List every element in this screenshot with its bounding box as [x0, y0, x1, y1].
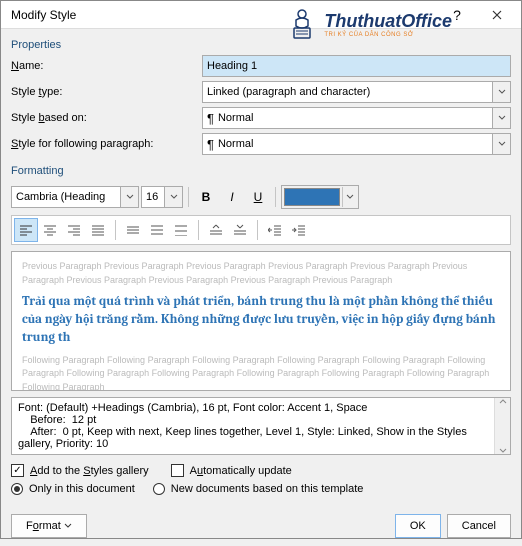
ghost-before: Previous Paragraph Previous Paragraph Pr…: [22, 260, 500, 287]
para-space-icon: [233, 224, 247, 236]
align-center-icon: [43, 224, 57, 236]
outdent-icon: [268, 224, 282, 236]
align-justify-icon: [91, 224, 105, 236]
align-justify-button[interactable]: [86, 218, 110, 242]
chevron-down-icon: [120, 187, 138, 207]
chevron-down-icon: [342, 187, 356, 207]
italic-button[interactable]: I: [220, 185, 244, 209]
add-gallery-label: Add to the Styles gallery: [30, 465, 149, 477]
font-size-combo[interactable]: 16: [141, 186, 183, 208]
modify-style-dialog: ThuthuatOffice TRI KỶ CỦA DÂN CÔNG SỞ Mo…: [0, 0, 522, 539]
font-family-combo[interactable]: Cambria (Heading: [11, 186, 139, 208]
close-icon: [492, 10, 502, 20]
cancel-button[interactable]: Cancel: [447, 514, 511, 538]
color-swatch: [284, 188, 340, 206]
indent-icon: [292, 224, 306, 236]
separator: [188, 187, 189, 207]
separator: [275, 187, 276, 207]
chevron-down-icon: [492, 82, 510, 102]
add-gallery-checkbox[interactable]: ✓: [11, 464, 24, 477]
name-label: Name:: [11, 60, 196, 72]
format-button[interactable]: Format: [11, 514, 87, 538]
formatting-heading: Formatting: [11, 165, 511, 177]
align-right-button[interactable]: [62, 218, 86, 242]
logo-tagline: TRI KỶ CỦA DÂN CÔNG SỞ: [324, 32, 452, 38]
spacing-double-button[interactable]: [169, 218, 193, 242]
desc-line: After: 0 pt, Keep with next, Keep lines …: [18, 426, 504, 450]
align-left-button[interactable]: [14, 218, 38, 242]
style-type-label: Style type:: [11, 86, 196, 98]
ok-button[interactable]: OK: [395, 514, 441, 538]
name-input[interactable]: Heading 1: [202, 55, 511, 77]
logo-brand: ThuthuatOffice: [324, 11, 452, 32]
chevron-down-icon: [499, 448, 507, 454]
based-on-label: Style based on:: [11, 112, 196, 124]
chevron-down-icon: [164, 187, 182, 207]
new-docs-label: New documents based on this template: [171, 483, 364, 495]
style-description: Font: (Default) +Headings (Cambria), 16 …: [11, 397, 511, 455]
new-docs-radio[interactable]: [153, 483, 165, 495]
para-space-icon: [209, 224, 223, 236]
separator: [115, 220, 116, 240]
style-type-combo[interactable]: Linked (paragraph and character): [202, 81, 511, 103]
only-doc-label: Only in this document: [29, 483, 135, 495]
ghost-after: Following Paragraph Following Paragraph …: [22, 354, 500, 391]
font-color-picker[interactable]: [281, 185, 359, 209]
desc-line: Before: 12 pt: [18, 414, 504, 426]
following-label: Style for following paragraph:: [11, 138, 196, 150]
based-on-combo[interactable]: ¶Normal: [202, 107, 511, 129]
chevron-down-icon: [492, 108, 510, 128]
align-left-icon: [19, 224, 33, 236]
spacing-single-button[interactable]: [121, 218, 145, 242]
preview-pane: Previous Paragraph Previous Paragraph Pr…: [11, 251, 511, 391]
spacing-1.5-button[interactable]: [145, 218, 169, 242]
logo-icon: [284, 6, 320, 42]
align-center-button[interactable]: [38, 218, 62, 242]
space-before-inc-button[interactable]: [204, 218, 228, 242]
space-before-dec-button[interactable]: [228, 218, 252, 242]
underline-button[interactable]: U: [246, 185, 270, 209]
chevron-down-icon: [64, 523, 72, 529]
auto-update-label: Automatically update: [190, 465, 292, 477]
pilcrow-icon: ¶: [207, 111, 214, 126]
scrollbar[interactable]: [494, 398, 510, 454]
line-spacing-icon: [150, 224, 164, 236]
chevron-up-icon: [499, 398, 507, 404]
line-spacing-icon: [174, 224, 188, 236]
separator: [257, 220, 258, 240]
only-doc-radio[interactable]: [11, 483, 23, 495]
align-right-icon: [67, 224, 81, 236]
desc-line: Font: (Default) +Headings (Cambria), 16 …: [18, 402, 504, 414]
chevron-down-icon: [492, 134, 510, 154]
following-combo[interactable]: ¶Normal: [202, 133, 511, 155]
indent-dec-button[interactable]: [263, 218, 287, 242]
sample-text: Trải qua một quá trình và phát triển, bá…: [22, 293, 500, 348]
separator: [198, 220, 199, 240]
pilcrow-icon: ¶: [207, 137, 214, 152]
watermark-logo: ThuthuatOffice TRI KỶ CỦA DÂN CÔNG SỞ: [284, 6, 452, 42]
close-button[interactable]: [477, 1, 517, 29]
bold-button[interactable]: B: [194, 185, 218, 209]
auto-update-checkbox[interactable]: [171, 464, 184, 477]
line-spacing-icon: [126, 224, 140, 236]
indent-inc-button[interactable]: [287, 218, 311, 242]
